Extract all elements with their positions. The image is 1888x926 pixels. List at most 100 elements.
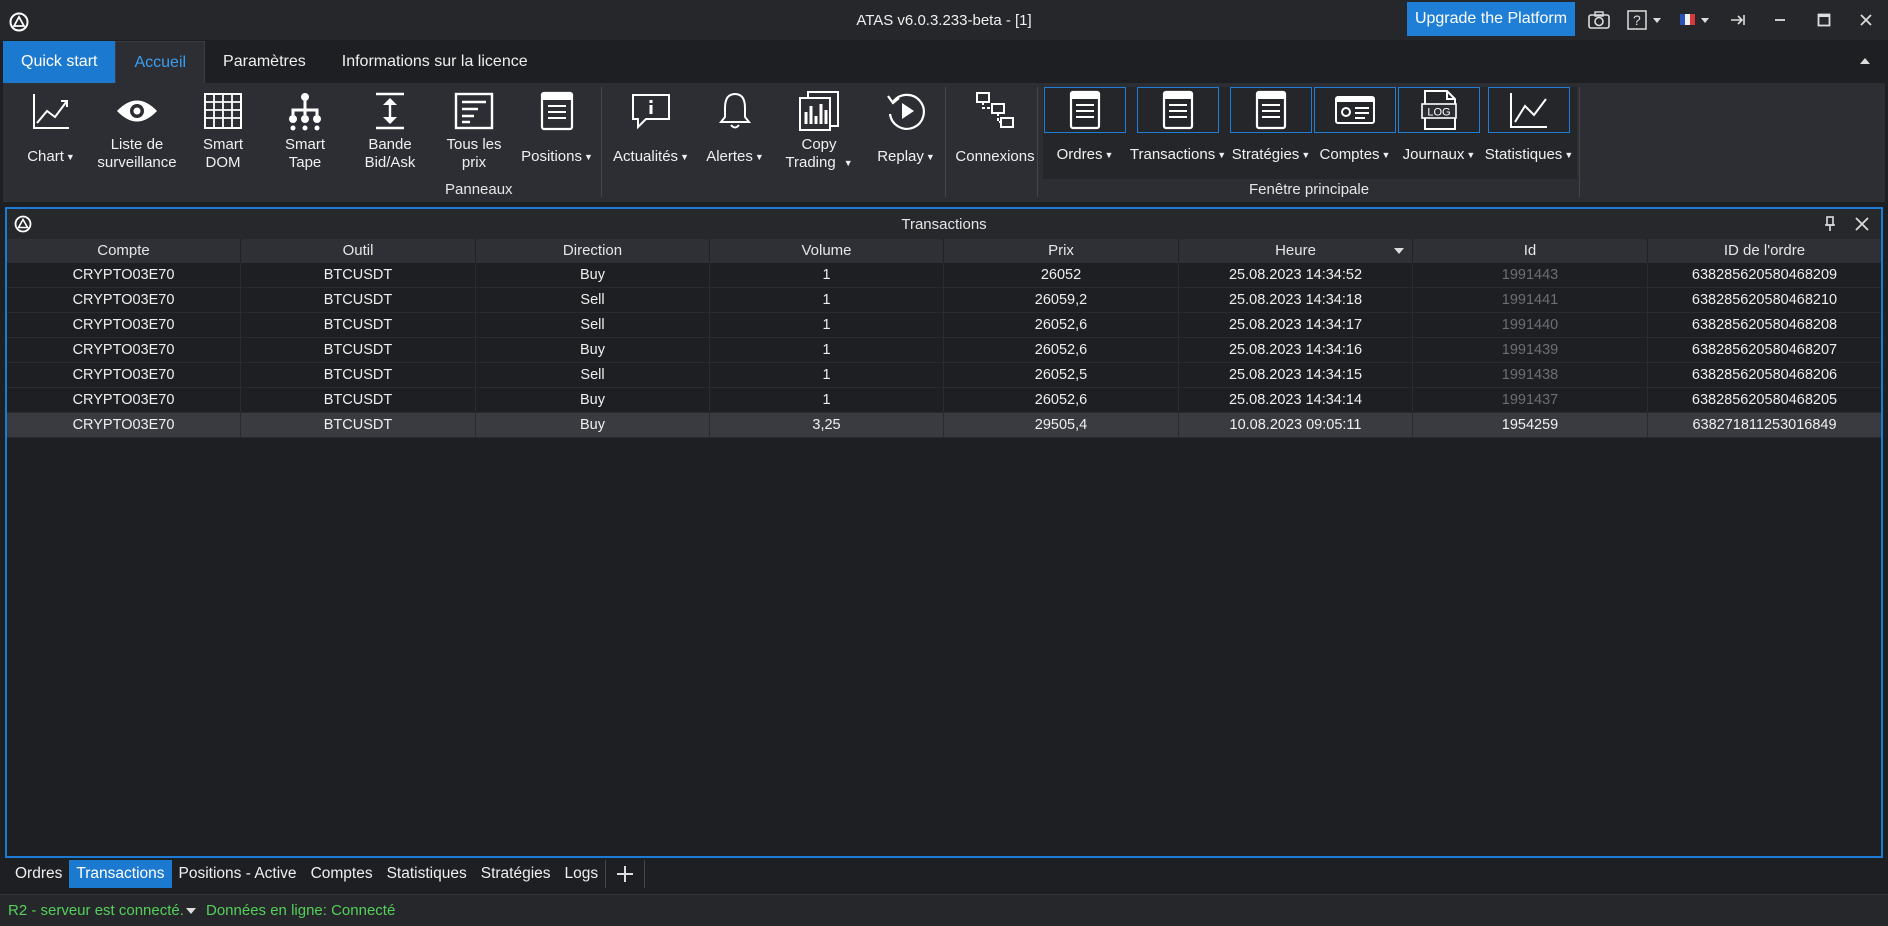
- cell-prix: 26052,6: [944, 388, 1179, 412]
- cell-volume: 1: [710, 288, 944, 312]
- column-compte[interactable]: Compte: [7, 239, 241, 263]
- strategies-window-button[interactable]: Stratégies ▼: [1229, 87, 1313, 179]
- cell-outil: BTCUSDT: [241, 413, 476, 437]
- watchlist-button[interactable]: Liste de surveillance: [91, 87, 183, 179]
- copy-trading-label-2: Trading: [785, 154, 836, 171]
- ribbon-separator: [1037, 87, 1038, 197]
- network-tree-icon: [282, 87, 328, 135]
- column-prix[interactable]: Prix: [944, 239, 1179, 263]
- cell-compte: CRYPTO03E70: [7, 263, 241, 287]
- bottom-tab-comptes[interactable]: Comptes: [304, 860, 380, 888]
- cell-outil: BTCUSDT: [241, 263, 476, 287]
- bottom-tab-positions-active[interactable]: Positions - Active: [172, 860, 304, 888]
- pin-icon[interactable]: [1823, 216, 1837, 232]
- table-row[interactable]: CRYPTO03E70 BTCUSDT Sell 1 26052,5 25.08.2023…: [7, 363, 1881, 388]
- all-prices-button[interactable]: Tous les prix: [441, 87, 507, 179]
- cell-order-id: 638285620580468208: [1691, 317, 1838, 333]
- replay-button[interactable]: Replay ▼: [869, 87, 943, 179]
- cell-id: 1991439: [1413, 338, 1648, 362]
- tab-quick-start[interactable]: Quick start: [3, 41, 116, 83]
- close-panel-icon[interactable]: [1855, 217, 1869, 231]
- column-id[interactable]: Id: [1413, 239, 1648, 263]
- server-menu-chevron-icon[interactable]: [186, 908, 196, 914]
- cell-direction: Buy: [476, 388, 710, 412]
- copy-trading-button[interactable]: Copy Trading ▼: [783, 87, 855, 179]
- cell-heure: 25.08.2023 14:34:14: [1179, 388, 1413, 412]
- language-flag-icon[interactable]: [1678, 8, 1714, 32]
- bottom-tab-ordres[interactable]: Ordres: [8, 860, 69, 888]
- alerts-button[interactable]: Alertes ▼: [701, 87, 769, 179]
- main-window-group-label: Fenêtre principale: [1249, 181, 1370, 198]
- server-status[interactable]: R2 - serveur est connecté.: [8, 902, 184, 919]
- cell-prix: 26052,6: [944, 338, 1179, 362]
- ribbon-separator: [945, 87, 946, 197]
- maximize-icon[interactable]: [1812, 8, 1836, 32]
- chart-line-icon: [28, 87, 74, 135]
- table-header: Compte Outil Direction Volume Prix Heure…: [7, 239, 1881, 263]
- table-row[interactable]: CRYPTO03E70 BTCUSDT Sell 1 26059,2 25.08.2023…: [7, 288, 1881, 313]
- positions-button[interactable]: Positions ▼: [515, 87, 599, 179]
- cell-outil: BTCUSDT: [241, 363, 476, 387]
- add-tab-button[interactable]: [605, 860, 646, 888]
- speech-bubble-info-icon: [628, 87, 674, 135]
- table-row[interactable]: CRYPTO03E70 BTCUSDT Sell 1 26052,6 25.08.2023…: [7, 313, 1881, 338]
- upgrade-platform-button[interactable]: Upgrade the Platform: [1407, 2, 1575, 36]
- ribbon-separator: [1579, 87, 1580, 197]
- chart-button[interactable]: Chart ▼: [21, 87, 81, 179]
- smart-tape-button[interactable]: Smart Tape: [277, 87, 333, 179]
- tab-parametres[interactable]: Paramètres: [205, 41, 324, 83]
- table-row[interactable]: CRYPTO03E70 BTCUSDT Buy 1 26052 25.08.2023 14…: [7, 263, 1881, 288]
- cell-compte: CRYPTO03E70: [7, 413, 241, 437]
- cell-prix: 26052,5: [944, 363, 1179, 387]
- column-direction[interactable]: Direction: [476, 239, 710, 263]
- collapse-ribbon-icon[interactable]: [1858, 54, 1872, 68]
- cell-volume: 1: [710, 263, 944, 287]
- cell-compte: CRYPTO03E70: [7, 363, 241, 387]
- bid-ask-tape-button[interactable]: Bande Bid/Ask: [357, 87, 423, 179]
- bottom-tab-statistiques[interactable]: Statistiques: [380, 860, 474, 888]
- column-heure[interactable]: Heure: [1179, 239, 1413, 263]
- pin-window-icon[interactable]: [1728, 8, 1748, 32]
- transactions-window-button[interactable]: Transactions ▼: [1127, 87, 1229, 179]
- tab-license-info[interactable]: Informations sur la licence: [324, 41, 546, 83]
- bottom-tab-strategies[interactable]: Stratégies: [474, 860, 558, 888]
- cell-heure: 25.08.2023 14:34:16: [1179, 338, 1413, 362]
- accounts-window-button[interactable]: Comptes ▼: [1313, 87, 1397, 179]
- journals-window-button[interactable]: LOG Journaux ▼: [1397, 87, 1481, 179]
- cell-outil: BTCUSDT: [241, 288, 476, 312]
- bottom-tab-logs[interactable]: Logs: [558, 860, 606, 888]
- smart-dom-button[interactable]: Smart DOM: [195, 87, 251, 179]
- connections-button[interactable]: Connexions: [951, 87, 1039, 179]
- cell-prix: 26052: [944, 263, 1179, 287]
- cell-outil: BTCUSDT: [241, 313, 476, 337]
- minimize-icon[interactable]: [1768, 8, 1792, 32]
- cell-id: 1991443: [1413, 263, 1648, 287]
- bottom-tab-transactions[interactable]: Transactions: [69, 860, 172, 888]
- table-row[interactable]: CRYPTO03E70 BTCUSDT Buy 3,25 29505,4 10.08.20…: [7, 413, 1881, 438]
- plus-icon: [617, 866, 634, 882]
- document-lines-icon: [451, 87, 497, 135]
- cell-order-id: 638285620580468207: [1691, 342, 1838, 358]
- orders-window-button[interactable]: Ordres ▼: [1043, 87, 1127, 179]
- column-order-id[interactable]: ID de l'ordre: [1648, 239, 1881, 263]
- cell-heure: 25.08.2023 14:34:52: [1179, 263, 1413, 287]
- statistics-window-button[interactable]: Statistiques ▼: [1481, 87, 1577, 179]
- transactions-list-icon: [1137, 87, 1219, 133]
- cell-direction: Sell: [476, 288, 710, 312]
- clipboard-list-icon: [534, 87, 580, 135]
- cell-compte: CRYPTO03E70: [7, 288, 241, 312]
- bid-ask-label-1: Bande: [368, 136, 412, 153]
- column-outil[interactable]: Outil: [241, 239, 476, 263]
- table-row[interactable]: CRYPTO03E70 BTCUSDT Buy 1 26052,6 25.08.2023 …: [7, 388, 1881, 413]
- table-row[interactable]: CRYPTO03E70 BTCUSDT Buy 1 26052,6 25.08.2023 …: [7, 338, 1881, 363]
- cell-heure: 25.08.2023 14:34:15: [1179, 363, 1413, 387]
- column-volume[interactable]: Volume: [710, 239, 944, 263]
- tab-accueil[interactable]: Accueil: [115, 41, 206, 83]
- cell-id: 1991441: [1413, 288, 1648, 312]
- help-menu-icon[interactable]: ?: [1626, 8, 1666, 32]
- close-window-icon[interactable]: [1854, 8, 1878, 32]
- title-bar: ATAS v6.0.3.233-beta - [1] Upgrade the P…: [0, 0, 1888, 40]
- smart-dom-label-1: Smart: [202, 136, 243, 153]
- news-button[interactable]: Actualités ▼: [609, 87, 693, 179]
- camera-icon[interactable]: [1585, 8, 1613, 32]
